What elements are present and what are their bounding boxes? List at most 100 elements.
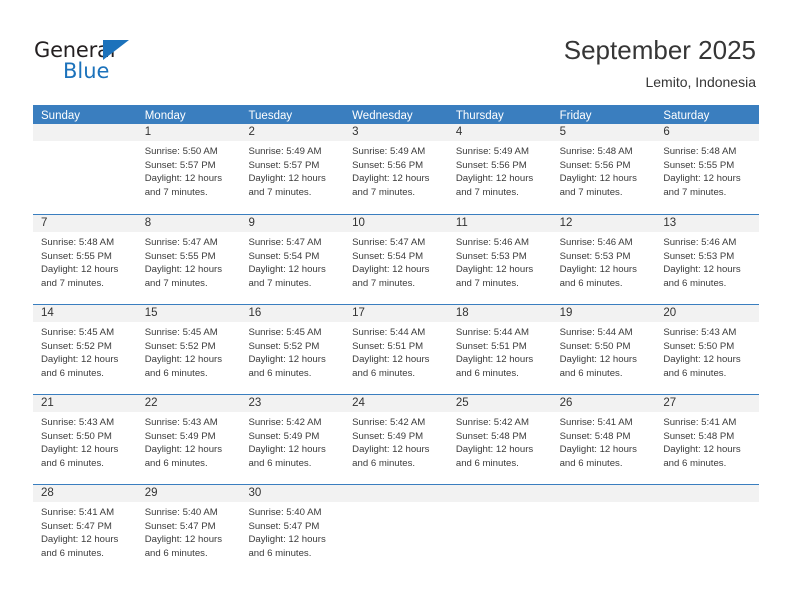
day-number: 26 (551, 395, 656, 412)
daylight-text: and 7 minutes. (144, 186, 208, 198)
day-number: 20 (655, 305, 760, 322)
sunrise-text: Sunrise: 5:44 AM (455, 327, 529, 338)
daylight-text: and 6 minutes. (559, 277, 623, 289)
day-cell[interactable]: 20 Sunrise: 5:43 AM Sunset: 5:50 PM Dayligh… (655, 305, 760, 394)
sunrise-text: Sunrise: 5:46 AM (455, 237, 529, 248)
day-cell[interactable]: 2 Sunrise: 5:49 AM Sunset: 5:57 PM Daylight… (240, 124, 345, 214)
day-cell[interactable]: 17 Sunrise: 5:44 AM Sunset: 5:51 PM Dayligh… (344, 305, 448, 394)
sunset-text: Sunset: 5:57 PM (144, 159, 216, 171)
daylight-text: and 6 minutes. (455, 457, 519, 469)
day-cell[interactable]: 5 Sunrise: 5:48 AM Sunset: 5:56 PM Daylight… (551, 124, 656, 214)
daylight-text: Daylight: 12 hours (248, 534, 326, 546)
day-cell[interactable]: 11 Sunrise: 5:46 AM Sunset: 5:53 PM Dayligh… (447, 215, 552, 304)
day-cell[interactable]: 29 Sunrise: 5:40 AM Sunset: 5:47 PM Dayligh… (136, 485, 241, 574)
day-cell[interactable]: 25 Sunrise: 5:42 AM Sunset: 5:48 PM Dayligh… (447, 395, 552, 484)
day-cell[interactable]: 1 Sunrise: 5:50 AM Sunset: 5:57 PM Daylight… (136, 124, 241, 214)
day-number (551, 485, 656, 502)
calendar-page: General Blue September 2025 Lemito, Indo… (0, 0, 792, 612)
sunrise-text: Sunrise: 5:50 AM (144, 146, 218, 157)
day-cell[interactable]: 19 Sunrise: 5:44 AM Sunset: 5:50 PM Dayligh… (551, 305, 656, 394)
day-cell[interactable]: 16 Sunrise: 5:45 AM Sunset: 5:52 PM Dayligh… (240, 305, 345, 394)
day-cell[interactable]: 15 Sunrise: 5:45 AM Sunset: 5:52 PM Dayligh… (136, 305, 241, 394)
sunset-text: Sunset: 5:53 PM (559, 250, 631, 262)
day-cell[interactable]: 28 Sunrise: 5:41 AM Sunset: 5:47 PM Dayligh… (33, 485, 137, 574)
day-cell[interactable]: 30 Sunrise: 5:40 AM Sunset: 5:47 PM Dayligh… (240, 485, 345, 574)
brand-logo[interactable]: General Blue (34, 38, 164, 88)
day-details (33, 141, 137, 145)
day-cell[interactable]: 12 Sunrise: 5:46 AM Sunset: 5:53 PM Dayligh… (551, 215, 656, 304)
sunset-text: Sunset: 5:53 PM (663, 250, 735, 262)
day-details: Sunrise: 5:46 AM Sunset: 5:53 PM Daylight:… (552, 232, 656, 290)
day-cell[interactable]: 13 Sunrise: 5:46 AM Sunset: 5:53 PM Dayligh… (655, 215, 760, 304)
day-cell-empty (551, 485, 656, 574)
daylight-text: Daylight: 12 hours (41, 534, 119, 546)
brand-name-blue: Blue (63, 59, 110, 83)
daylight-text: Daylight: 12 hours (455, 444, 534, 456)
sunset-text: Sunset: 5:56 PM (559, 159, 631, 171)
day-cell[interactable]: 24 Sunrise: 5:42 AM Sunset: 5:49 PM Dayligh… (344, 395, 448, 484)
day-cell[interactable]: 23 Sunrise: 5:42 AM Sunset: 5:49 PM Dayligh… (240, 395, 345, 484)
daylight-text: and 6 minutes. (41, 547, 104, 559)
sunrise-text: Sunrise: 5:41 AM (41, 507, 115, 518)
day-cell[interactable]: 6 Sunrise: 5:48 AM Sunset: 5:55 PM Daylight… (655, 124, 760, 214)
daylight-text: Daylight: 12 hours (144, 354, 223, 366)
day-number: 21 (33, 395, 137, 412)
day-cell-empty (655, 485, 760, 574)
day-cell[interactable]: 26 Sunrise: 5:41 AM Sunset: 5:48 PM Dayligh… (551, 395, 656, 484)
day-cell[interactable]: 27 Sunrise: 5:41 AM Sunset: 5:48 PM Dayligh… (655, 395, 760, 484)
daylight-text: and 6 minutes. (144, 367, 208, 379)
day-details (552, 502, 656, 506)
day-details: Sunrise: 5:46 AM Sunset: 5:53 PM Daylight:… (655, 232, 759, 290)
day-number: 8 (136, 215, 241, 232)
daylight-text: and 6 minutes. (352, 367, 416, 379)
day-cell-empty (33, 124, 137, 214)
day-number: 12 (551, 215, 656, 232)
sunrise-text: Sunrise: 5:48 AM (559, 146, 633, 157)
day-cell[interactable]: 9 Sunrise: 5:47 AM Sunset: 5:54 PM Daylight… (240, 215, 345, 304)
sunrise-text: Sunrise: 5:48 AM (41, 237, 115, 248)
sunset-text: Sunset: 5:50 PM (41, 430, 112, 442)
weekday-saturday: Saturday (663, 110, 710, 122)
sunrise-text: Sunrise: 5:40 AM (144, 507, 218, 518)
triangle-icon (103, 40, 129, 60)
day-details: Sunrise: 5:47 AM Sunset: 5:54 PM Daylight:… (344, 232, 448, 290)
day-cell[interactable]: 8 Sunrise: 5:47 AM Sunset: 5:55 PM Daylight… (136, 215, 241, 304)
day-cell[interactable]: 22 Sunrise: 5:43 AM Sunset: 5:49 PM Dayligh… (136, 395, 241, 484)
title-block: September 2025 Lemito, Indonesia (564, 34, 756, 92)
day-number: 3 (344, 124, 448, 141)
weekday-sunday: Sunday (41, 110, 81, 122)
sunset-text: Sunset: 5:49 PM (248, 430, 320, 442)
day-number: 27 (655, 395, 760, 412)
sunset-text: Sunset: 5:47 PM (41, 520, 112, 532)
daylight-text: and 6 minutes. (663, 277, 727, 289)
sunset-text: Sunset: 5:56 PM (455, 159, 527, 171)
day-cell[interactable]: 7 Sunrise: 5:48 AM Sunset: 5:55 PM Daylight… (33, 215, 137, 304)
sunrise-text: Sunrise: 5:41 AM (663, 417, 737, 428)
sunset-text: Sunset: 5:55 PM (144, 250, 216, 262)
daylight-text: Daylight: 12 hours (559, 173, 637, 185)
day-number: 28 (33, 485, 137, 502)
daylight-text: Daylight: 12 hours (663, 354, 741, 366)
daylight-text: and 6 minutes. (41, 457, 104, 469)
day-cell[interactable]: 10 Sunrise: 5:47 AM Sunset: 5:54 PM Dayligh… (344, 215, 448, 304)
daylight-text: and 6 minutes. (663, 367, 727, 379)
day-cell[interactable]: 21 Sunrise: 5:43 AM Sunset: 5:50 PM Dayligh… (33, 395, 137, 484)
day-cell[interactable]: 18 Sunrise: 5:44 AM Sunset: 5:51 PM Dayligh… (447, 305, 552, 394)
sunrise-text: Sunrise: 5:42 AM (352, 417, 426, 428)
day-details: Sunrise: 5:42 AM Sunset: 5:48 PM Daylight:… (448, 412, 552, 470)
day-details: Sunrise: 5:42 AM Sunset: 5:49 PM Daylight:… (240, 412, 344, 470)
daylight-text: Daylight: 12 hours (663, 173, 741, 185)
day-cell[interactable]: 14 Sunrise: 5:45 AM Sunset: 5:52 PM Dayligh… (33, 305, 137, 394)
day-cell[interactable]: 4 Sunrise: 5:49 AM Sunset: 5:56 PM Daylight… (447, 124, 552, 214)
daylight-text: Daylight: 12 hours (663, 264, 741, 276)
daylight-text: Daylight: 12 hours (455, 354, 534, 366)
sunset-text: Sunset: 5:56 PM (352, 159, 424, 171)
sunset-text: Sunset: 5:51 PM (455, 340, 527, 352)
day-cell[interactable]: 3 Sunrise: 5:49 AM Sunset: 5:56 PM Daylight… (344, 124, 448, 214)
daylight-text: Daylight: 12 hours (352, 354, 430, 366)
day-number: 14 (33, 305, 137, 322)
day-details: Sunrise: 5:47 AM Sunset: 5:54 PM Daylight:… (240, 232, 344, 290)
daylight-text: Daylight: 12 hours (559, 444, 637, 456)
sunrise-text: Sunrise: 5:47 AM (248, 237, 322, 248)
day-number: 24 (344, 395, 448, 412)
